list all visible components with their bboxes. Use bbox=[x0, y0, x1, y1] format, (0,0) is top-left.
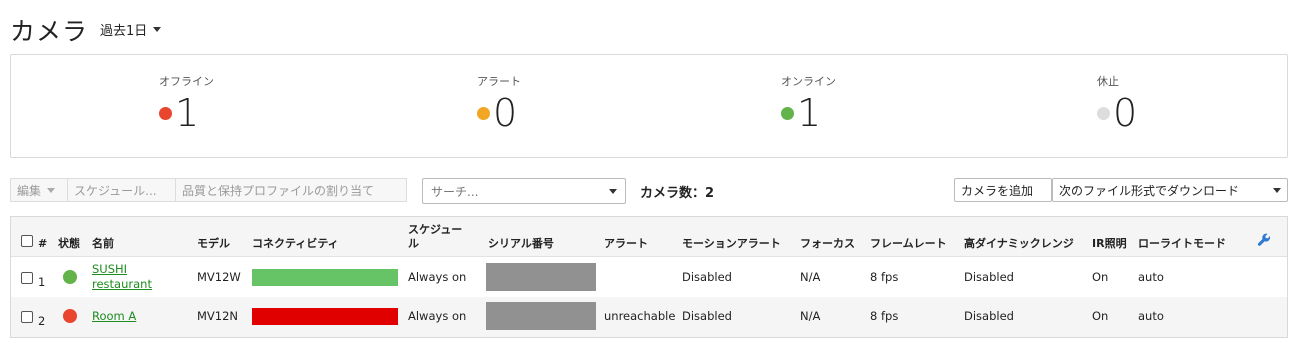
hdr-cell: Disabled bbox=[964, 270, 1014, 284]
chevron-down-icon bbox=[153, 27, 162, 32]
table-row[interactable]: 2 Room A MV12N Always on unreachable Dis… bbox=[11, 297, 1287, 337]
header-model[interactable]: モデル bbox=[197, 237, 230, 251]
quality-retention-button[interactable]: 品質と保持プロファイルの割り当て bbox=[175, 178, 407, 202]
stat-value: 1 bbox=[797, 91, 822, 135]
add-camera-button[interactable]: カメラを追加 bbox=[954, 178, 1052, 202]
stat-label: アラート bbox=[477, 75, 521, 88]
camera-name-line1: Room A bbox=[92, 309, 137, 323]
edit-label: 編集 bbox=[17, 183, 42, 198]
schedule-button[interactable]: スケジュール... bbox=[67, 178, 176, 202]
chevron-down-icon bbox=[47, 187, 56, 193]
status-dot-icon bbox=[63, 309, 77, 323]
frame-rate-cell: 8 fps bbox=[870, 270, 899, 284]
stat-label: オンライン bbox=[781, 75, 836, 88]
camera-name-link[interactable]: SUSHI restaurant bbox=[92, 262, 152, 292]
header-connectivity[interactable]: コネクティビティ bbox=[252, 237, 339, 251]
status-summary-panel: オフライン 1 アラート 0 オンライン 1 休止 0 bbox=[10, 54, 1288, 158]
camera-name-line2: restaurant bbox=[92, 277, 152, 291]
online-dot-icon bbox=[781, 106, 794, 120]
chevron-down-icon bbox=[609, 188, 617, 194]
header-ir[interactable]: IR照明 bbox=[1092, 237, 1127, 251]
search-placeholder: サーチ... bbox=[431, 184, 479, 199]
header-status[interactable]: 状態 bbox=[58, 237, 80, 251]
lowlight-cell: auto bbox=[1138, 270, 1164, 284]
toolbar: 編集 スケジュール... 品質と保持プロファイルの割り当て サーチ... カメラ… bbox=[10, 178, 1288, 204]
camera-name-link[interactable]: Room A bbox=[92, 309, 136, 324]
alert-cell: unreachable bbox=[604, 309, 676, 323]
row-checkbox[interactable] bbox=[21, 311, 33, 323]
offline-dot-icon bbox=[159, 106, 172, 120]
header-alert[interactable]: アラート bbox=[604, 237, 648, 251]
table-header: # 状態 名前 モデル コネクティビティ スケジュー ル シリアル番号 アラート… bbox=[11, 217, 1287, 257]
header-frame-rate[interactable]: フレームレート bbox=[870, 237, 947, 251]
period-label: 過去1日 bbox=[100, 24, 148, 39]
model-cell: MV12N bbox=[197, 309, 239, 323]
focus-cell: N/A bbox=[800, 270, 821, 284]
camera-count: カメラ数：2 bbox=[640, 186, 715, 201]
header-schedule[interactable]: スケジュー ル bbox=[408, 223, 462, 251]
hdr-cell: Disabled bbox=[964, 309, 1014, 323]
schedule-cell: Always on bbox=[408, 309, 467, 323]
dormant-dot-icon bbox=[1097, 106, 1110, 120]
header-name[interactable]: 名前 bbox=[92, 237, 114, 251]
camera-name-line1: SUSHI bbox=[92, 262, 128, 276]
download-button[interactable]: 次のファイル形式でダウンロード bbox=[1052, 178, 1288, 202]
camera-table: # 状態 名前 モデル コネクティビティ スケジュー ル シリアル番号 アラート… bbox=[10, 216, 1288, 338]
model-cell: MV12W bbox=[197, 270, 241, 284]
chevron-down-icon bbox=[1273, 187, 1281, 193]
stat-value: 1 bbox=[175, 91, 200, 135]
connectivity-bar[interactable] bbox=[252, 269, 398, 286]
frame-rate-cell: 8 fps bbox=[870, 309, 899, 323]
header-serial[interactable]: シリアル番号 bbox=[488, 237, 554, 251]
edit-button[interactable]: 編集 bbox=[10, 178, 68, 202]
stat-value: 0 bbox=[1113, 91, 1138, 135]
serial-redacted-box bbox=[486, 263, 596, 291]
ir-cell: On bbox=[1092, 309, 1109, 323]
stat-value: 0 bbox=[493, 91, 518, 135]
row-num: 1 bbox=[38, 275, 46, 289]
stat-label: オフライン bbox=[159, 75, 214, 88]
header-hdr[interactable]: 高ダイナミックレンジ bbox=[964, 237, 1074, 251]
download-label: 次のファイル形式でダウンロード bbox=[1059, 183, 1240, 198]
ir-cell: On bbox=[1092, 270, 1109, 284]
row-num: 2 bbox=[38, 314, 46, 328]
status-dot-icon bbox=[63, 270, 77, 284]
motion-alert-cell: Disabled bbox=[682, 309, 732, 323]
header-motion-alert[interactable]: モーションアラート bbox=[682, 237, 781, 251]
select-all-checkbox[interactable] bbox=[21, 235, 33, 247]
connectivity-bar[interactable] bbox=[252, 308, 398, 325]
header-num: # bbox=[38, 237, 48, 250]
header-focus[interactable]: フォーカス bbox=[800, 237, 855, 251]
header-lowlight[interactable]: ローライトモード bbox=[1138, 237, 1226, 251]
page-title: カメラ bbox=[10, 17, 89, 46]
alert-dot-icon bbox=[477, 106, 490, 120]
table-row[interactable]: 1 SUSHI restaurant MV12W Always on Disab… bbox=[11, 257, 1287, 297]
period-dropdown[interactable]: 過去1日 bbox=[100, 20, 162, 39]
row-checkbox[interactable] bbox=[21, 272, 33, 284]
motion-alert-cell: Disabled bbox=[682, 270, 732, 284]
wrench-icon[interactable] bbox=[1257, 233, 1271, 251]
header-schedule-line1: スケジュー bbox=[408, 223, 463, 236]
header-schedule-line2: ル bbox=[408, 237, 419, 250]
lowlight-cell: auto bbox=[1138, 309, 1164, 323]
stat-label: 休止 bbox=[1097, 75, 1119, 88]
search-input[interactable]: サーチ... bbox=[422, 178, 626, 204]
serial-redacted-box bbox=[486, 302, 596, 330]
schedule-cell: Always on bbox=[408, 270, 467, 284]
focus-cell: N/A bbox=[800, 309, 821, 323]
